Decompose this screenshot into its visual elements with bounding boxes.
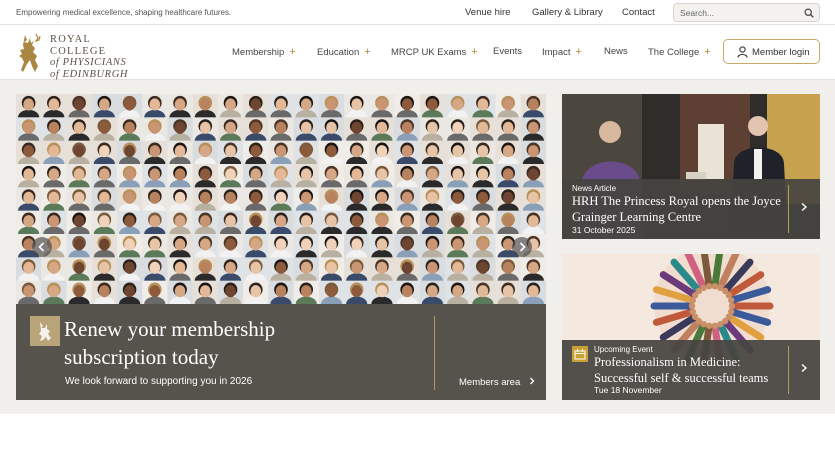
nav-membership[interactable]: Membership + — [232, 46, 296, 58]
expand-plus-icon: + — [471, 46, 478, 58]
nav-label: Membership — [232, 47, 285, 58]
hero-title: Renew your membership subscription today — [64, 317, 276, 369]
nav-label: Events — [493, 46, 523, 57]
contact-link[interactable]: Contact — [622, 7, 655, 18]
member-login-label: Member login — [752, 47, 810, 58]
expand-plus-icon: + — [704, 46, 711, 58]
crest-icon — [30, 316, 60, 346]
expand-plus-icon: + — [364, 46, 371, 58]
nav-the-college[interactable]: The College + — [648, 46, 711, 58]
gallery-library-link[interactable]: Gallery & Library — [532, 7, 603, 18]
carousel-prev-button[interactable] — [32, 237, 52, 257]
nav-label: News — [604, 46, 628, 57]
nav-label: MRCP UK Exams — [391, 47, 467, 58]
members-area-link[interactable]: Members area — [459, 377, 536, 388]
college-logo[interactable]: ROYAL COLLEGE of PHYSICIANS of EDINBURGH — [15, 31, 150, 80]
chevron-right-icon — [801, 202, 808, 212]
event-card-type: Upcoming Event — [594, 345, 653, 354]
search-box — [673, 3, 820, 22]
news-card-divider — [788, 185, 789, 233]
site-tagline: Empowering medical excellence, shaping h… — [16, 8, 232, 17]
hero-subtitle: We look forward to supporting you in 202… — [65, 376, 253, 387]
search-input[interactable] — [680, 6, 798, 20]
nav-education[interactable]: Education + — [317, 46, 371, 58]
members-area-label: Members area — [459, 377, 521, 388]
carousel-next-button[interactable] — [512, 237, 532, 257]
expand-plus-icon: + — [575, 46, 582, 58]
event-card[interactable]: Upcoming Event Professionalism in Medici… — [562, 254, 820, 400]
news-card-type: News Article — [572, 184, 617, 193]
event-card-divider — [788, 346, 789, 394]
page-below-fold — [0, 414, 835, 469]
news-card-caption: News Article HRH The Princess Royal open… — [562, 179, 820, 239]
chevron-left-icon — [38, 242, 45, 252]
featured-stage: Renew your membership subscription today… — [0, 80, 835, 414]
nav-mrcp-uk-exams[interactable]: MRCP UK Exams + — [391, 46, 478, 58]
calendar-icon — [572, 346, 588, 362]
main-header: ROYAL COLLEGE of PHYSICIANS of EDINBURGH… — [0, 25, 835, 80]
logo-wordmark: ROYAL COLLEGE of PHYSICIANS of EDINBURGH — [50, 34, 150, 80]
nav-news[interactable]: News — [604, 46, 628, 57]
event-card-title: Professionalism in Medicine: Successful … — [594, 355, 769, 385]
event-card-date: Tue 18 November — [594, 385, 662, 395]
chevron-right-icon — [801, 363, 808, 373]
chevron-right-icon — [529, 377, 535, 385]
hero-image-portrait-grid — [16, 94, 546, 304]
nav-label: The College — [648, 47, 700, 58]
hero-caption-panel: Renew your membership subscription today… — [16, 304, 546, 400]
user-icon — [737, 46, 748, 58]
search-icon[interactable] — [804, 8, 814, 18]
nav-label: Education — [317, 47, 360, 58]
nav-impact[interactable]: Impact + — [542, 46, 582, 58]
event-card-caption: Upcoming Event Professionalism in Medici… — [562, 340, 820, 400]
logo-line-1: ROYAL COLLEGE — [50, 34, 107, 57]
nav-label: Impact — [542, 47, 571, 58]
logo-line-3: of EDINBURGH — [50, 68, 129, 80]
news-card-date: 31 October 2025 — [572, 225, 636, 235]
top-utility-bar: Empowering medical excellence, shaping h… — [0, 0, 835, 25]
member-login-button[interactable]: Member login — [723, 39, 820, 64]
news-card[interactable]: News Article HRH The Princess Royal open… — [562, 94, 820, 239]
nav-events[interactable]: Events — [493, 46, 522, 57]
stag-logo-icon — [19, 33, 41, 72]
venue-hire-link[interactable]: Venue hire — [465, 7, 510, 18]
news-card-title: HRH The Princess Royal opens the Joyce G… — [572, 194, 781, 224]
hero-carousel[interactable]: Renew your membership subscription today… — [16, 94, 546, 400]
chevron-right-icon — [519, 242, 526, 252]
logo-line-2: of PHYSICIANS — [50, 57, 127, 68]
expand-plus-icon: + — [289, 46, 296, 58]
hero-divider — [434, 316, 435, 390]
